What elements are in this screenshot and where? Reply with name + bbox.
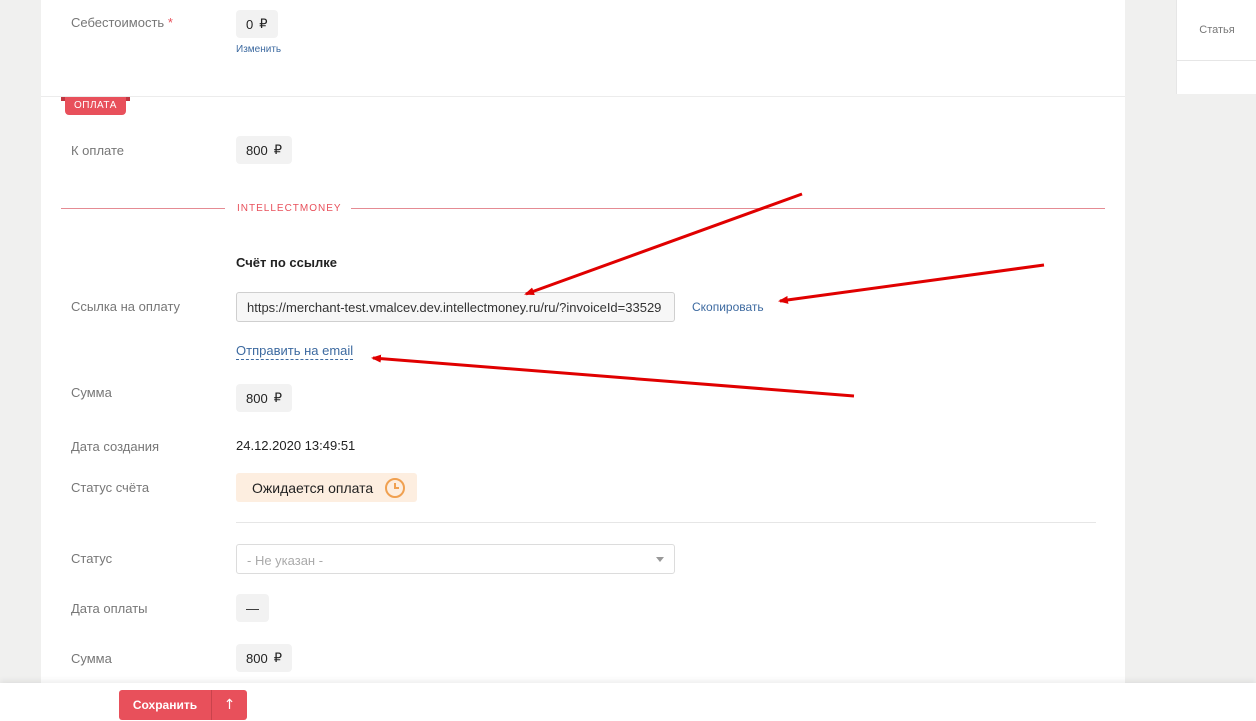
paid-sum-amount: 800 [246, 650, 268, 666]
ruble-icon: ₽ [273, 650, 282, 665]
to-pay-amount: 800 [246, 142, 268, 158]
payment-section-tag: ОПЛАТА [61, 97, 130, 115]
ruble-icon: ₽ [273, 142, 282, 157]
cost-amount: 0 [246, 16, 254, 32]
ruble-icon: ₽ [273, 390, 282, 405]
required-mark: * [167, 15, 173, 30]
send-email-link[interactable]: Отправить на email [236, 343, 354, 360]
bottom-toolbar: Сохранить ↑ [0, 683, 1256, 721]
intellectmoney-line-right [351, 208, 1105, 209]
save-button[interactable]: Сохранить [119, 690, 211, 720]
pay-date-value: — [236, 594, 269, 622]
intellectmoney-section-label: INTELLECTMONEY [237, 203, 342, 214]
cost-value: 0 ₽ [236, 10, 278, 38]
chevron-down-icon [656, 557, 664, 562]
main-card: Себестоимость * 0 ₽ Изменить ОПЛАТА К оп… [41, 0, 1125, 700]
section-divider [41, 96, 1125, 97]
invoice-link-header: Счёт по ссылке [236, 255, 337, 270]
to-pay-value: 800 ₽ [236, 136, 292, 164]
payment-link-field[interactable]: https://merchant-test.vmalcev.dev.intell… [236, 292, 675, 322]
to-pay-label: К оплате [71, 143, 125, 158]
status-select-value: - Не указан - [247, 553, 324, 568]
status-select[interactable]: - Не указан - [236, 544, 675, 574]
arrow-up-icon: ↑ [223, 697, 236, 713]
invoice-status-badge: Ожидается оплата [236, 473, 417, 502]
ruble-icon: ₽ [259, 16, 268, 31]
invoice-sum-amount: 800 [246, 390, 268, 406]
created-date-value: 24.12.2020 13:49:51 [236, 438, 356, 453]
paid-sum-label: Сумма [71, 651, 112, 666]
pay-date-label: Дата оплаты [71, 601, 148, 616]
paid-sum-value: 800 ₽ [236, 644, 292, 672]
side-panel: Статья [1176, 0, 1256, 94]
created-date-label: Дата создания [71, 439, 160, 454]
invoice-status-label: Статус счёта [71, 480, 150, 495]
change-cost-link[interactable]: Изменить [236, 44, 281, 55]
clock-icon [385, 478, 405, 498]
payment-link-label: Ссылка на оплату [71, 299, 181, 314]
scroll-up-button[interactable]: ↑ [211, 690, 247, 720]
intellectmoney-line-left [61, 208, 225, 209]
cost-label: Себестоимость * [71, 15, 173, 30]
save-button-group: Сохранить ↑ [119, 690, 247, 720]
invoice-sum-label: Сумма [71, 385, 112, 400]
cost-label-text: Себестоимость [71, 15, 165, 30]
invoice-sum-value: 800 ₽ [236, 384, 292, 412]
side-tab-article[interactable]: Статья [1177, 0, 1256, 61]
invoice-status-text: Ожидается оплата [252, 479, 374, 496]
status-divider [236, 522, 1096, 523]
status-label: Статус [71, 551, 113, 566]
copy-link-button[interactable]: Скопировать [692, 300, 764, 314]
